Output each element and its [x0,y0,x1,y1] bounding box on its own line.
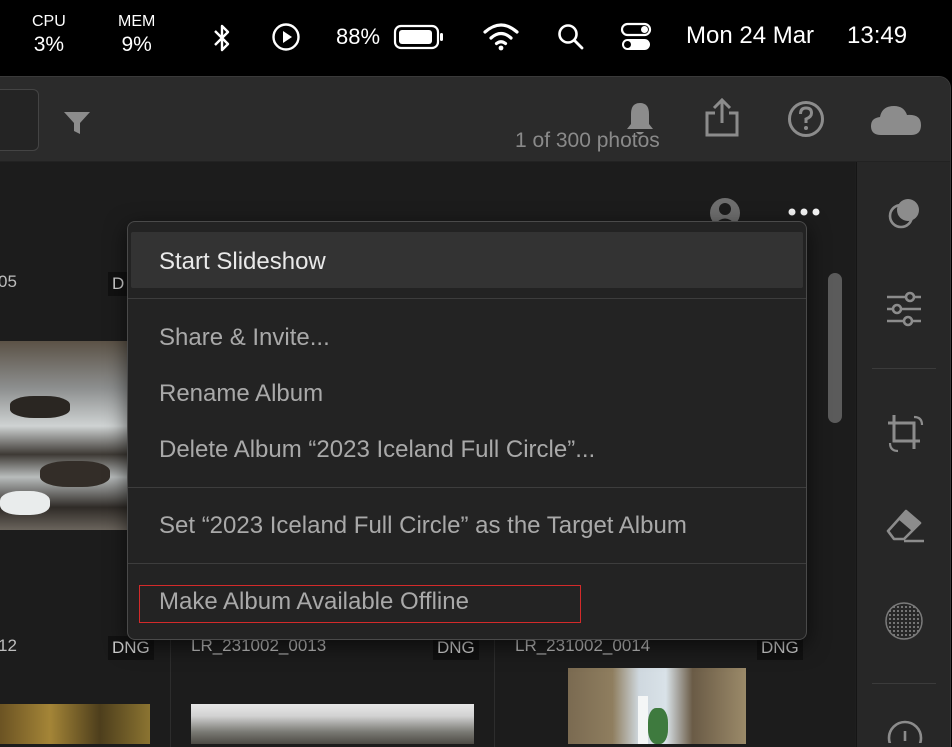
cpu-label: CPU [32,13,66,30]
album-options-menu: Start Slideshow Share & Invite... Rename… [127,221,807,640]
help-icon[interactable] [786,99,826,139]
menu-item-rename-album[interactable]: Rename Album [159,380,323,408]
mask-icon[interactable] [887,196,923,232]
mem-value: 9% [121,33,152,56]
water-shape [0,491,50,515]
cell-divider [494,625,495,747]
wifi-icon[interactable] [482,22,520,52]
mem-stat[interactable]: MEM 9% [118,13,156,56]
menu-item-delete-album[interactable]: Delete Album “2023 Iceland Full Circle”.… [159,436,595,464]
grid-scrollbar[interactable] [828,273,842,423]
time-display[interactable]: 13:49 [847,22,907,50]
cloud-icon[interactable] [869,101,923,137]
menu-item-set-target-album[interactable]: Set “2023 Iceland Full Circle” as the Ta… [159,512,687,540]
cpu-stat[interactable]: CPU 3% [32,13,66,56]
sliders-icon[interactable] [884,290,924,328]
waterfall-shape [638,696,648,744]
photo-thumbnail[interactable] [0,341,127,530]
share-icon[interactable] [703,97,741,139]
info-icon[interactable] [886,719,924,743]
filter-icon[interactable] [62,109,92,137]
crop-icon[interactable] [884,411,924,455]
rock-shape [40,461,110,487]
menu-bar: CPU 3% MEM 9% 88% Mon 24 Mar 13:49 [0,0,952,76]
menu-item-start-slideshow[interactable]: Start Slideshow [159,248,326,276]
photo-thumbnail[interactable] [0,704,150,744]
more-options-icon[interactable] [786,205,822,219]
top-toolbar [0,77,950,162]
cell-divider [170,625,171,747]
rail-divider [872,683,936,684]
cell-label: 12 [0,636,17,655]
rail-divider [872,368,936,369]
cell-label: 05 [0,272,17,291]
search-field[interactable] [0,89,39,151]
mem-label: MEM [118,13,156,30]
play-circle-icon[interactable] [271,22,301,52]
photo-thumbnail[interactable] [568,668,746,744]
search-icon[interactable] [556,22,586,52]
menu-separator [128,563,806,564]
battery-percent: 88% [336,24,381,49]
foliage-shape [648,708,668,744]
menu-item-share-invite[interactable]: Share & Invite... [159,324,330,352]
dot-grid-icon[interactable] [884,601,924,641]
menu-separator [128,487,806,488]
bluetooth-icon[interactable] [209,22,235,54]
photo-count: 1 of 300 photos [515,129,660,152]
rock-shape [10,396,70,418]
format-badge: D [108,272,129,296]
eraser-icon[interactable] [884,505,926,545]
menu-item-make-offline[interactable]: Make Album Available Offline [159,588,469,616]
control-center-icon[interactable] [620,22,652,52]
menu-separator [128,298,806,299]
battery-icon[interactable] [393,24,445,50]
cpu-value: 3% [33,33,65,56]
photo-thumbnail[interactable] [191,704,474,744]
date-display[interactable]: Mon 24 Mar [686,22,814,50]
